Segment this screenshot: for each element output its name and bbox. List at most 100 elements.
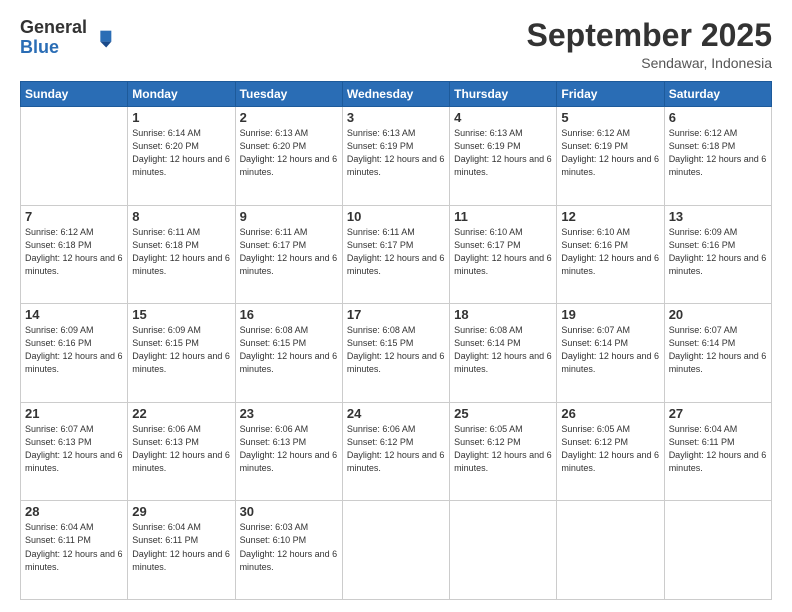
day-number: 1 — [132, 110, 230, 125]
calendar-cell: 2 Sunrise: 6:13 AMSunset: 6:20 PMDaylight… — [235, 107, 342, 206]
day-number: 29 — [132, 504, 230, 519]
sun-info: Sunrise: 6:03 AMSunset: 6:10 PMDaylight:… — [240, 521, 338, 573]
calendar-cell — [557, 501, 664, 600]
day-number: 20 — [669, 307, 767, 322]
day-number: 4 — [454, 110, 552, 125]
sun-info: Sunrise: 6:07 AMSunset: 6:14 PMDaylight:… — [669, 324, 767, 376]
calendar-cell: 6 Sunrise: 6:12 AMSunset: 6:18 PMDaylight… — [664, 107, 771, 206]
sun-info: Sunrise: 6:04 AMSunset: 6:11 PMDaylight:… — [132, 521, 230, 573]
sun-info: Sunrise: 6:10 AMSunset: 6:17 PMDaylight:… — [454, 226, 552, 278]
calendar-cell — [450, 501, 557, 600]
sun-info: Sunrise: 6:09 AMSunset: 6:16 PMDaylight:… — [25, 324, 123, 376]
calendar-cell: 25Sunrise: 6:05 AMSunset: 6:12 PMDayligh… — [450, 402, 557, 501]
day-number: 21 — [25, 406, 123, 421]
page: General Blue September 2025 Sendawar, In… — [0, 0, 792, 612]
sun-info: Sunrise: 6:13 AMSunset: 6:19 PMDaylight:… — [454, 127, 552, 179]
day-number: 12 — [561, 209, 659, 224]
sun-info: Sunrise: 6:12 AMSunset: 6:19 PMDaylight:… — [561, 127, 659, 179]
day-number: 5 — [561, 110, 659, 125]
day-number: 2 — [240, 110, 338, 125]
sun-info: Sunrise: 6:11 AMSunset: 6:17 PMDaylight:… — [240, 226, 338, 278]
calendar-cell: 21 Sunrise: 6:07 AMSunset: 6:13 PMDayligh… — [21, 402, 128, 501]
calendar-cell — [342, 501, 449, 600]
calendar-cell: 28 Sunrise: 6:04 AMSunset: 6:11 PMDayligh… — [21, 501, 128, 600]
sun-info: Sunrise: 6:11 AMSunset: 6:17 PMDaylight:… — [347, 226, 445, 278]
sun-info: Sunrise: 6:09 AMSunset: 6:16 PMDaylight:… — [669, 226, 767, 278]
header: General Blue September 2025 Sendawar, In… — [20, 18, 772, 71]
logo: General Blue — [20, 18, 115, 58]
sun-info: Sunrise: 6:05 AMSunset: 6:12 PMDaylight:… — [561, 423, 659, 475]
week-row-3: 14 Sunrise: 6:09 AMSunset: 6:16 PMDayligh… — [21, 304, 772, 403]
day-number: 30 — [240, 504, 338, 519]
calendar-cell: 18 Sunrise: 6:08 AMSunset: 6:14 PMDayligh… — [450, 304, 557, 403]
day-number: 7 — [25, 209, 123, 224]
calendar-cell: 12 Sunrise: 6:10 AMSunset: 6:16 PMDayligh… — [557, 205, 664, 304]
calendar-cell: 11 Sunrise: 6:10 AMSunset: 6:17 PMDayligh… — [450, 205, 557, 304]
day-number: 9 — [240, 209, 338, 224]
sun-info: Sunrise: 6:04 AMSunset: 6:11 PMDaylight:… — [25, 521, 123, 573]
header-monday: Monday — [128, 82, 235, 107]
logo-general: General — [20, 18, 87, 38]
day-number: 13 — [669, 209, 767, 224]
week-row-4: 21 Sunrise: 6:07 AMSunset: 6:13 PMDayligh… — [21, 402, 772, 501]
header-friday: Friday — [557, 82, 664, 107]
header-sunday: Sunday — [21, 82, 128, 107]
sun-info: Sunrise: 6:06 AMSunset: 6:13 PMDaylight:… — [240, 423, 338, 475]
header-thursday: Thursday — [450, 82, 557, 107]
month-title: September 2025 — [527, 18, 772, 53]
day-number: 28 — [25, 504, 123, 519]
sun-info: Sunrise: 6:09 AMSunset: 6:15 PMDaylight:… — [132, 324, 230, 376]
sun-info: Sunrise: 6:14 AMSunset: 6:20 PMDaylight:… — [132, 127, 230, 179]
calendar-cell: 19Sunrise: 6:07 AMSunset: 6:14 PMDayligh… — [557, 304, 664, 403]
calendar-cell: 4 Sunrise: 6:13 AMSunset: 6:19 PMDaylight… — [450, 107, 557, 206]
sun-info: Sunrise: 6:10 AMSunset: 6:16 PMDaylight:… — [561, 226, 659, 278]
day-number: 25 — [454, 406, 552, 421]
calendar-cell: 8Sunrise: 6:11 AMSunset: 6:18 PMDaylight… — [128, 205, 235, 304]
sun-info: Sunrise: 6:08 AMSunset: 6:15 PMDaylight:… — [240, 324, 338, 376]
sun-info: Sunrise: 6:07 AMSunset: 6:13 PMDaylight:… — [25, 423, 123, 475]
calendar-cell: 20 Sunrise: 6:07 AMSunset: 6:14 PMDayligh… — [664, 304, 771, 403]
day-number: 23 — [240, 406, 338, 421]
calendar-cell: 5 Sunrise: 6:12 AMSunset: 6:19 PMDaylight… — [557, 107, 664, 206]
day-number: 18 — [454, 307, 552, 322]
sun-info: Sunrise: 6:12 AMSunset: 6:18 PMDaylight:… — [669, 127, 767, 179]
day-number: 17 — [347, 307, 445, 322]
title-block: September 2025 Sendawar, Indonesia — [527, 18, 772, 71]
day-number: 14 — [25, 307, 123, 322]
calendar-cell: 26Sunrise: 6:05 AMSunset: 6:12 PMDayligh… — [557, 402, 664, 501]
day-number: 15 — [132, 307, 230, 322]
header-saturday: Saturday — [664, 82, 771, 107]
calendar-cell — [664, 501, 771, 600]
week-row-5: 28 Sunrise: 6:04 AMSunset: 6:11 PMDayligh… — [21, 501, 772, 600]
header-tuesday: Tuesday — [235, 82, 342, 107]
location: Sendawar, Indonesia — [527, 55, 772, 71]
day-number: 6 — [669, 110, 767, 125]
sun-info: Sunrise: 6:13 AMSunset: 6:20 PMDaylight:… — [240, 127, 338, 179]
sun-info: Sunrise: 6:04 AMSunset: 6:11 PMDaylight:… — [669, 423, 767, 475]
calendar-header-row: Sunday Monday Tuesday Wednesday Thursday… — [21, 82, 772, 107]
day-number: 19 — [561, 307, 659, 322]
calendar-table: Sunday Monday Tuesday Wednesday Thursday… — [20, 81, 772, 600]
day-number: 24 — [347, 406, 445, 421]
day-number: 11 — [454, 209, 552, 224]
logo-icon — [93, 27, 115, 49]
sun-info: Sunrise: 6:08 AMSunset: 6:14 PMDaylight:… — [454, 324, 552, 376]
logo-blue: Blue — [20, 38, 87, 58]
calendar-cell: 22Sunrise: 6:06 AMSunset: 6:13 PMDayligh… — [128, 402, 235, 501]
calendar-cell: 13 Sunrise: 6:09 AMSunset: 6:16 PMDayligh… — [664, 205, 771, 304]
calendar-cell: 10Sunrise: 6:11 AMSunset: 6:17 PMDayligh… — [342, 205, 449, 304]
calendar-cell: 17Sunrise: 6:08 AMSunset: 6:15 PMDayligh… — [342, 304, 449, 403]
calendar-cell: 15 Sunrise: 6:09 AMSunset: 6:15 PMDayligh… — [128, 304, 235, 403]
week-row-2: 7Sunrise: 6:12 AMSunset: 6:18 PMDaylight… — [21, 205, 772, 304]
day-number: 27 — [669, 406, 767, 421]
week-row-1: 1 Sunrise: 6:14 AMSunset: 6:20 PMDaylight… — [21, 107, 772, 206]
calendar-cell: 7Sunrise: 6:12 AMSunset: 6:18 PMDaylight… — [21, 205, 128, 304]
sun-info: Sunrise: 6:13 AMSunset: 6:19 PMDaylight:… — [347, 127, 445, 179]
calendar-cell: 23 Sunrise: 6:06 AMSunset: 6:13 PMDayligh… — [235, 402, 342, 501]
day-number: 8 — [132, 209, 230, 224]
calendar-cell: 14 Sunrise: 6:09 AMSunset: 6:16 PMDayligh… — [21, 304, 128, 403]
calendar-cell: 24 Sunrise: 6:06 AMSunset: 6:12 PMDayligh… — [342, 402, 449, 501]
calendar-cell: 30 Sunrise: 6:03 AMSunset: 6:10 PMDayligh… — [235, 501, 342, 600]
sun-info: Sunrise: 6:06 AMSunset: 6:12 PMDaylight:… — [347, 423, 445, 475]
calendar-cell: 16Sunrise: 6:08 AMSunset: 6:15 PMDayligh… — [235, 304, 342, 403]
